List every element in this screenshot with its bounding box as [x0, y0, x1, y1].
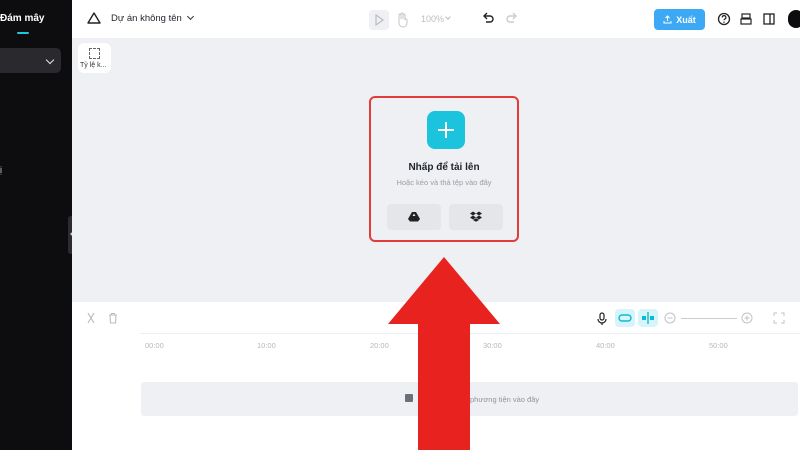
- ruler-label: 10:00: [257, 341, 276, 350]
- plus-icon[interactable]: [427, 111, 465, 149]
- magnet-toggle-button[interactable]: [615, 309, 635, 327]
- redo-icon[interactable]: [505, 11, 519, 27]
- google-drive-button[interactable]: [387, 204, 441, 230]
- split-icon[interactable]: [85, 312, 97, 324]
- ruler-label: 00:00: [145, 341, 164, 350]
- zoom-level[interactable]: 100%: [421, 14, 444, 24]
- fit-icon[interactable]: [773, 312, 785, 324]
- sidebar-dropdown[interactable]: [0, 48, 61, 73]
- google-drive-icon: [408, 212, 420, 222]
- hand-tool-icon[interactable]: [396, 11, 410, 29]
- chevron-down-icon: [45, 55, 55, 65]
- aspect-ratio-label: Tỷ lệ k...: [80, 62, 107, 69]
- sidebar: Đám mây ị: [0, 0, 72, 450]
- select-tool-button[interactable]: [369, 10, 389, 30]
- upload-title: Nhấp để tải lên: [408, 162, 480, 173]
- trash-icon[interactable]: [107, 312, 119, 324]
- dropbox-button[interactable]: [449, 204, 503, 230]
- upload-hint: Hoặc kéo và thả tệp vào đây: [396, 178, 492, 187]
- aspect-ratio-button[interactable]: Tỷ lệ k...: [78, 43, 111, 73]
- sidebar-item-label[interactable]: ị: [0, 165, 2, 175]
- export-button[interactable]: Xuất: [654, 9, 705, 30]
- pointer-icon: [375, 13, 385, 27]
- sidebar-title[interactable]: Đám mây: [0, 13, 44, 24]
- project-name[interactable]: Dự án không tên: [111, 13, 182, 24]
- export-button-label: Xuất: [676, 14, 696, 25]
- zoom-slider[interactable]: [681, 318, 737, 319]
- zoom-out-icon[interactable]: [664, 312, 676, 324]
- upload-dropzone[interactable]: Nhấp để tải lên Hoặc kéo và thả tệp vào …: [369, 96, 519, 242]
- link-icon: [618, 314, 632, 322]
- annotation-arrow: [388, 257, 500, 450]
- avatar[interactable]: [788, 10, 800, 28]
- microphone-icon[interactable]: [596, 312, 608, 326]
- upload-icon: [663, 15, 672, 24]
- ruler-label: 40:00: [596, 341, 615, 350]
- undo-icon[interactable]: [481, 11, 495, 27]
- help-icon[interactable]: [717, 12, 731, 26]
- zoom-in-icon[interactable]: [741, 312, 753, 324]
- ruler-label: 50:00: [709, 341, 728, 350]
- active-tab-indicator: [17, 32, 29, 34]
- cloud-outline-icon[interactable]: [87, 12, 101, 24]
- aspect-ratio-icon: [89, 48, 100, 59]
- panel-toggle-icon[interactable]: [762, 12, 776, 26]
- stack-icon[interactable]: [739, 12, 753, 26]
- split-preview-toggle-button[interactable]: [638, 309, 658, 327]
- dropbox-icon: [470, 211, 482, 222]
- split-view-icon: [642, 312, 654, 324]
